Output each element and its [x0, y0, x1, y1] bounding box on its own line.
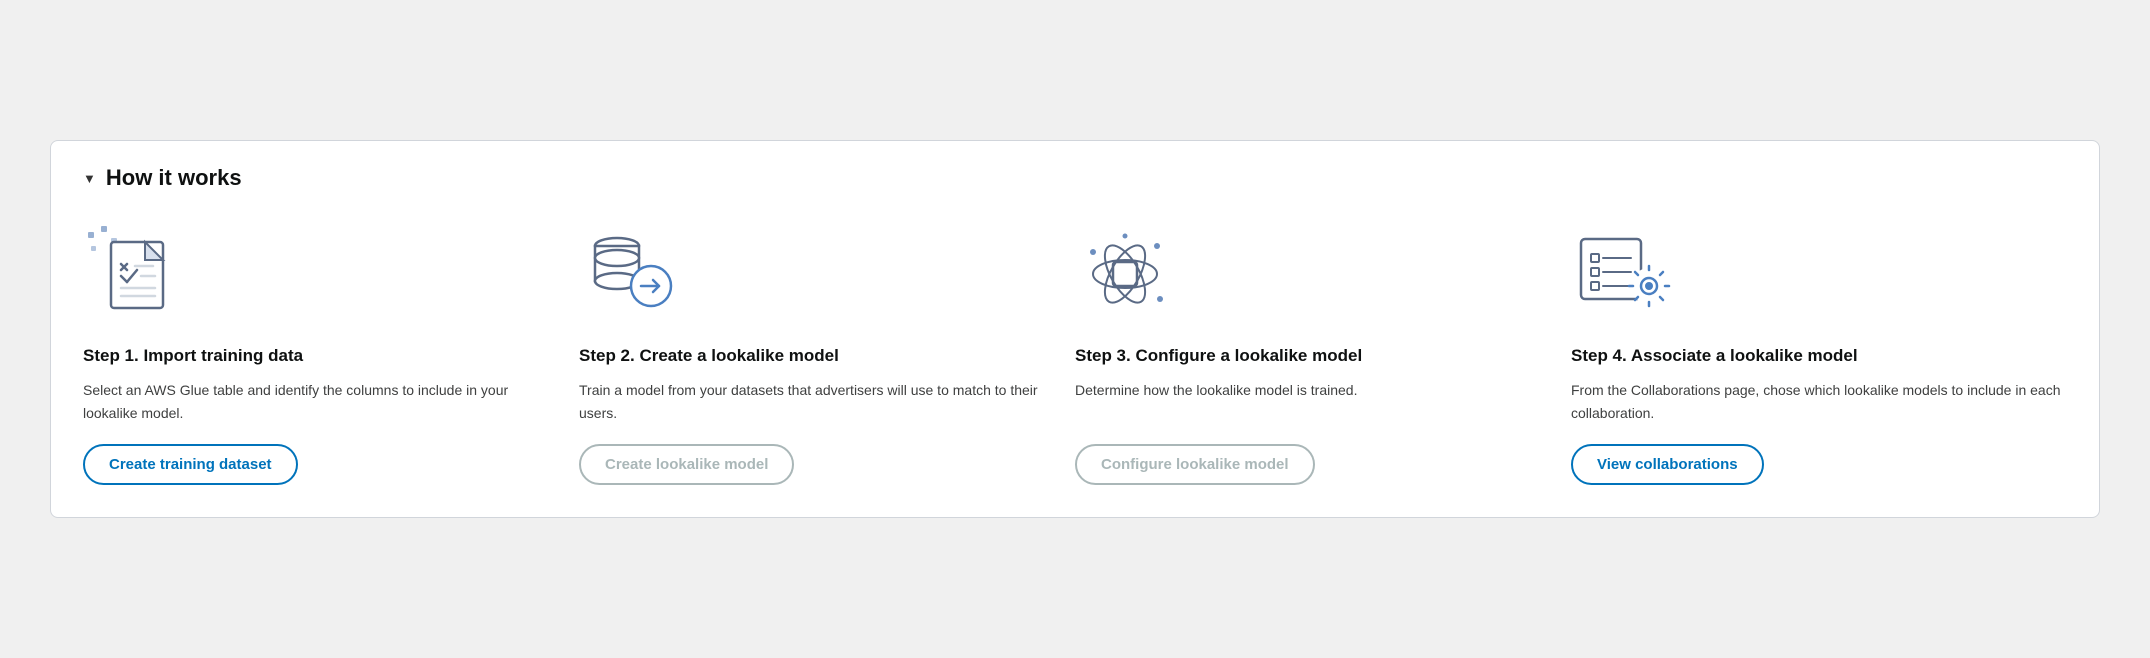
step-2-button: Create lookalike model	[579, 444, 794, 485]
step-2-description: Train a model from your datasets that ad…	[579, 379, 1043, 424]
panel-header: ▼ How it works	[83, 165, 2067, 191]
step-3: Step 3. Configure a lookalike model Dete…	[1075, 219, 1571, 485]
step-1-button[interactable]: Create training dataset	[83, 444, 298, 485]
step-1-title: Step 1. Import training data	[83, 345, 547, 367]
collapse-arrow-icon[interactable]: ▼	[83, 171, 96, 186]
how-it-works-panel: ▼ How it works Step 1. Import training d…	[50, 140, 2100, 518]
list-gear-icon	[1571, 219, 2067, 329]
steps-grid: Step 1. Import training data Select an A…	[83, 219, 2067, 485]
step-2-title: Step 2. Create a lookalike model	[579, 345, 1043, 367]
import-data-icon	[83, 219, 547, 329]
database-arrow-icon	[579, 219, 1043, 329]
step-3-title: Step 3. Configure a lookalike model	[1075, 345, 1539, 367]
step-3-description: Determine how the lookalike model is tra…	[1075, 379, 1539, 424]
step-2: Step 2. Create a lookalike model Train a…	[579, 219, 1075, 485]
step-1: Step 1. Import training data Select an A…	[83, 219, 579, 485]
step-4-description: From the Collaborations page, chose whic…	[1571, 379, 2067, 424]
step-4: Step 4. Associate a lookalike model From…	[1571, 219, 2067, 485]
step-3-button: Configure lookalike model	[1075, 444, 1315, 485]
atom-config-icon	[1075, 219, 1539, 329]
step-4-button[interactable]: View collaborations	[1571, 444, 1764, 485]
step-4-title: Step 4. Associate a lookalike model	[1571, 345, 2067, 367]
step-1-description: Select an AWS Glue table and identify th…	[83, 379, 547, 424]
panel-title: How it works	[106, 165, 242, 191]
